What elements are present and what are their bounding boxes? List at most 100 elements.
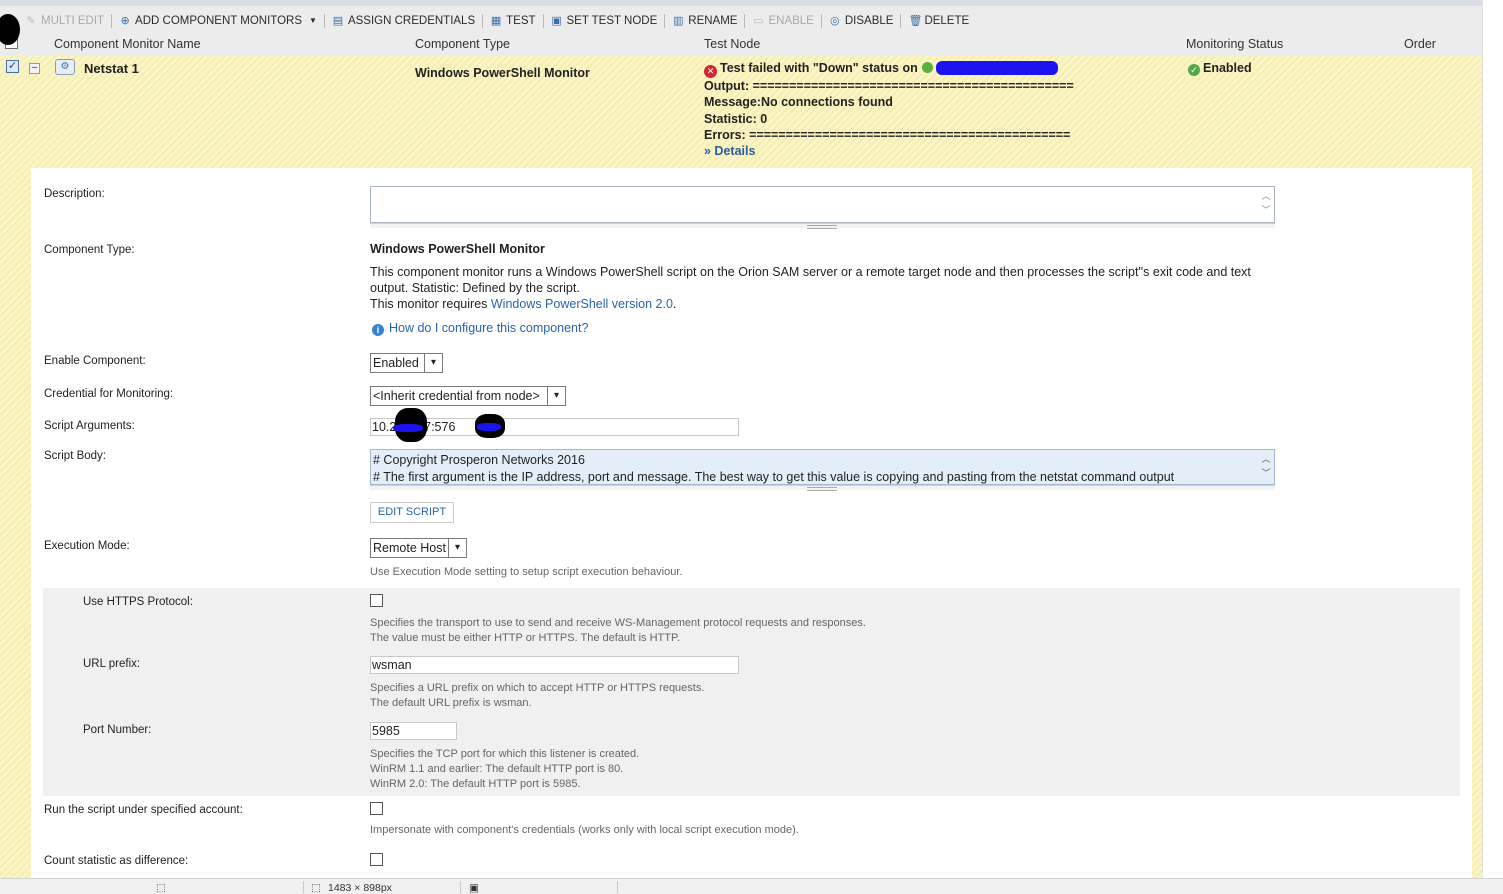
execution-mode-select[interactable]: Remote Host ▾	[370, 538, 467, 558]
https-hint-line: Specifies the transport to use to send a…	[370, 617, 866, 629]
set-test-node-label: SET TEST NODE	[566, 14, 658, 27]
port-number-input[interactable]: 5985	[370, 722, 457, 740]
component-type-name: Windows PowerShell Monitor	[370, 242, 545, 256]
add-component-monitors-label: ADD COMPONENT MONITORS	[135, 14, 303, 27]
scroll-arrows-icon[interactable]: ︿ ﹀	[1260, 189, 1272, 217]
check-circle-icon: ✓	[1188, 64, 1200, 76]
dimensions-readout: 1483 × 898px	[328, 882, 392, 894]
monitoring-status: ✓ Enabled	[1188, 61, 1252, 76]
test-result-text: Test failed with "Down" status on	[720, 61, 918, 75]
rename-button[interactable]: ▥ RENAME	[665, 11, 744, 31]
credential-label: Credential for Monitoring:	[44, 388, 174, 400]
monitor-type: Windows PowerShell Monitor	[415, 66, 590, 80]
status-separator	[303, 881, 304, 893]
disable-button[interactable]: ◎ DISABLE	[822, 11, 901, 31]
execution-mode-label: Execution Mode:	[44, 540, 130, 552]
enable-component-select[interactable]: Enabled ▾	[370, 353, 443, 373]
settings-panel: Description: ︿ ﹀ Component Type: Windows …	[31, 168, 1472, 894]
plus-circle-icon: ⊕	[120, 14, 130, 27]
assign-credentials-button[interactable]: ▤ ASSIGN CREDENTIALS	[325, 11, 482, 31]
delete-label: DELETE	[924, 14, 970, 27]
port-hint-line: WinRM 1.1 and earlier: The default HTTP …	[370, 763, 624, 775]
url-prefix-input[interactable]: wsman	[370, 656, 739, 674]
port-hint-line: WinRM 2.0: The default HTTP port is 5985…	[370, 778, 581, 790]
multi-edit-label: MULTI EDIT	[41, 14, 105, 27]
script-body-line: # The first argument is the IP address, …	[373, 470, 1175, 484]
trash-icon: 🗑	[908, 14, 923, 27]
script-body-textarea[interactable]: # Copyright Prosperon Networks 2016 # Th…	[370, 449, 1275, 485]
status-bar: ⬚ ⬚ 1483 × 898px ▣	[0, 878, 1503, 894]
errors-line: Errors: ================================…	[704, 127, 1071, 142]
test-button[interactable]: ▦ TEST	[483, 11, 542, 31]
execution-mode-value: Remote Host	[373, 541, 446, 555]
monitor-settings-icon[interactable]: ⚙	[55, 59, 75, 75]
component-description-text: This component monitor runs a Windows Po…	[370, 265, 1251, 295]
script-body-label: Script Body:	[44, 450, 106, 462]
url-prefix-label: URL prefix:	[83, 658, 141, 670]
port-hint-line: Specifies the TCP port for which this li…	[370, 748, 640, 760]
status-separator	[617, 881, 618, 893]
output-line: Output: ================================…	[704, 79, 1074, 93]
url-prefix-hint: Specifies a URL prefix on which to accep…	[370, 681, 704, 711]
row-checkbox[interactable]: ✓	[6, 60, 19, 73]
scroll-arrows-icon[interactable]: ︿ ﹀	[1260, 452, 1272, 480]
add-component-monitors-button[interactable]: ⊕ ADD COMPONENT MONITORS ▼	[112, 11, 324, 31]
column-header-type[interactable]: Component Type	[415, 37, 510, 51]
enable-button[interactable]: ▭ ENABLE	[745, 11, 820, 31]
window-edge	[1482, 0, 1503, 878]
column-header-order[interactable]: Order	[1404, 37, 1436, 51]
execution-mode-hint: Use Execution Mode setting to setup scri…	[370, 566, 683, 578]
https-checkbox[interactable]	[370, 594, 383, 607]
https-hint: Specifies the transport to use to send a…	[370, 616, 866, 646]
https-hint-line: The value must be either HTTP or HTTPS. …	[370, 632, 680, 644]
delete-button[interactable]: 🗑 DELETE	[901, 11, 976, 31]
enable-component-value: Enabled	[373, 356, 419, 370]
enable-icon: ▭	[753, 14, 764, 27]
powershell-version-link[interactable]: Windows PowerShell version 2.0	[491, 297, 673, 311]
pencil-icon: ✎	[26, 14, 36, 27]
requires-prefix: This monitor requires	[370, 297, 491, 311]
column-header-name[interactable]: Component Monitor Name	[54, 37, 201, 51]
credentials-icon: ▤	[332, 14, 344, 27]
credential-value: <Inherit credential from node>	[373, 389, 540, 403]
info-icon: i	[372, 324, 384, 336]
resize-grip[interactable]	[370, 223, 1275, 229]
monitoring-status-text: Enabled	[1203, 61, 1252, 75]
status-separator	[460, 881, 461, 893]
details-link[interactable]: » Details	[704, 143, 1074, 159]
toolbar: ✎ MULTI EDIT ⊕ ADD COMPONENT MONITORS ▼ …	[0, 0, 1482, 35]
redaction-mark	[935, 61, 1058, 75]
disable-label: DISABLE	[844, 14, 894, 27]
credential-select[interactable]: <Inherit credential from node> ▾	[370, 386, 566, 406]
dimensions-icon: ⬚	[311, 882, 321, 894]
description-textarea[interactable]: ︿ ﹀	[370, 186, 1275, 223]
help-link[interactable]: i How do I configure this component?	[372, 321, 588, 336]
monitor-name: Netstat 1	[84, 61, 139, 76]
rename-icon: ▥	[673, 14, 684, 27]
error-icon: ✕	[704, 65, 717, 78]
help-link-text[interactable]: How do I configure this component?	[389, 321, 588, 335]
column-header-status[interactable]: Monitoring Status	[1186, 37, 1283, 51]
run-account-hint: Impersonate with component's credentials…	[370, 824, 799, 836]
script-body-line: # Copyright Prosperon Networks 2016	[373, 453, 585, 467]
test-icon: ▦	[490, 14, 502, 27]
node-status-icon	[921, 62, 933, 73]
rename-label: RENAME	[688, 14, 738, 27]
set-test-node-button[interactable]: ▣ SET TEST NODE	[544, 11, 665, 31]
component-description: This component monitor runs a Windows Po…	[370, 264, 1275, 312]
script-arguments-label: Script Arguments:	[44, 420, 135, 432]
message-line: Message:No connections found	[704, 95, 893, 110]
edit-script-button[interactable]: EDIT SCRIPT	[370, 502, 454, 523]
collapse-icon[interactable]: –	[29, 63, 40, 74]
redaction-mark	[393, 424, 423, 432]
chevron-down-icon: ▾	[547, 387, 565, 405]
column-header-test-node[interactable]: Test Node	[704, 37, 760, 51]
enable-component-label: Enable Component:	[44, 355, 146, 367]
save-icon: ▣	[469, 882, 479, 894]
grid-header: Component Monitor Name Component Type Te…	[0, 35, 1482, 56]
resize-grip[interactable]	[370, 485, 1275, 491]
count-difference-checkbox[interactable]	[370, 853, 383, 866]
run-account-checkbox[interactable]	[370, 802, 383, 815]
test-label: TEST	[506, 14, 536, 27]
multi-edit-button[interactable]: ✎ MULTI EDIT	[18, 11, 111, 31]
